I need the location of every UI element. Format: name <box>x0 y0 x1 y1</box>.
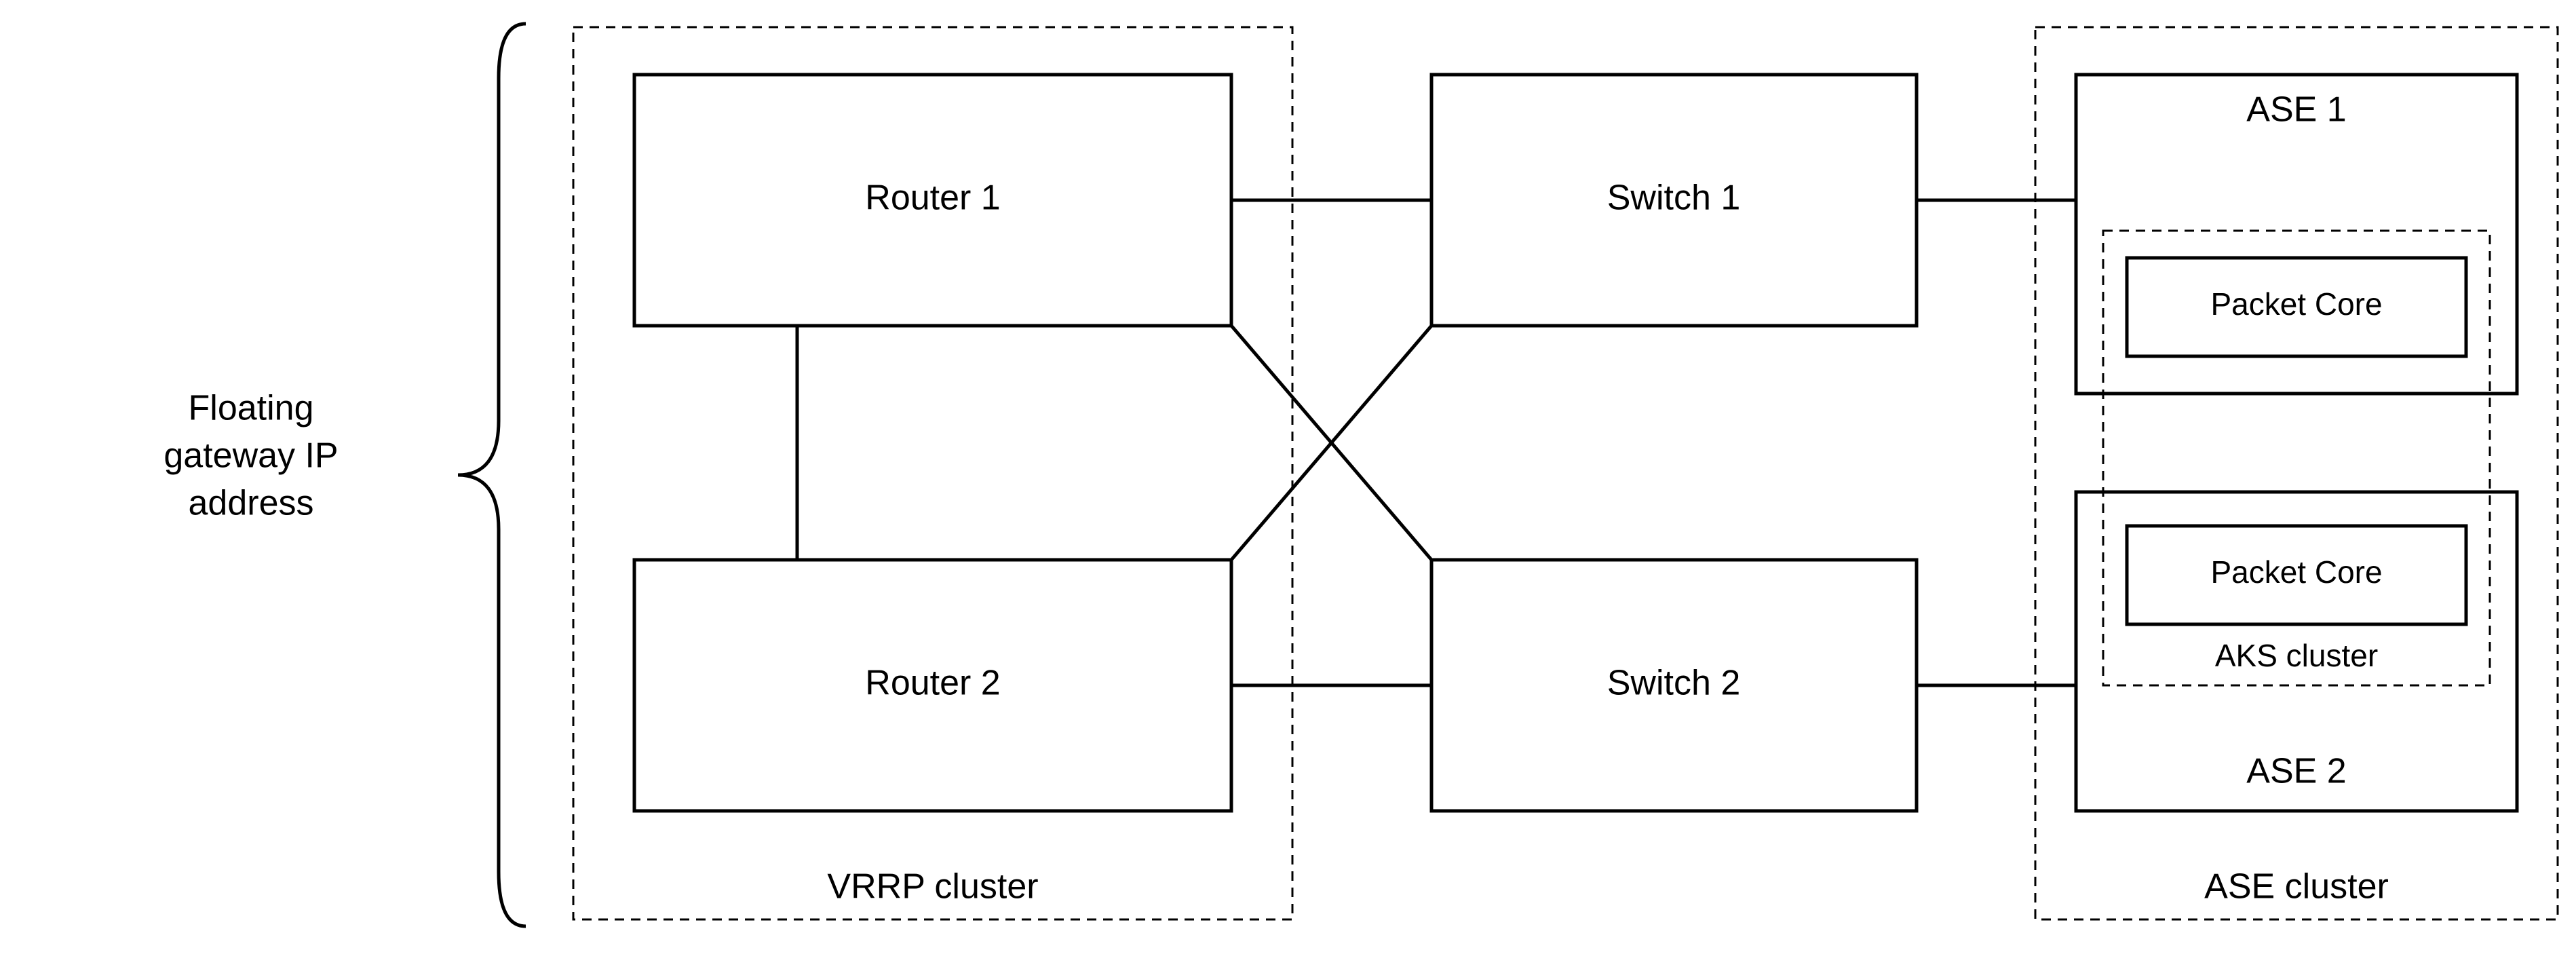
ase2-label: ASE 2 <box>2246 752 2346 791</box>
packet-core2-label: Packet Core <box>2210 554 2382 590</box>
router1-label: Router 1 <box>865 178 1000 218</box>
switch1-label: Switch 1 <box>1607 178 1741 218</box>
diagram-root: Floating gateway IP address VRRP cluster… <box>0 0 2576 969</box>
ase1-label: ASE 1 <box>2246 90 2346 130</box>
router2-label: Router 2 <box>865 664 1000 703</box>
aks-cluster-label: AKS cluster <box>2215 638 2378 673</box>
ase-cluster-label: ASE cluster <box>2204 867 2389 907</box>
side-label-line2: gateway IP <box>164 436 338 476</box>
side-label-line3: address <box>189 484 314 523</box>
brace-icon <box>458 24 526 926</box>
side-label-line1: Floating <box>189 389 314 428</box>
vrrp-cluster-label: VRRP cluster <box>827 867 1038 907</box>
packet-core1-label: Packet Core <box>2210 286 2382 322</box>
switch2-label: Switch 2 <box>1607 664 1741 703</box>
